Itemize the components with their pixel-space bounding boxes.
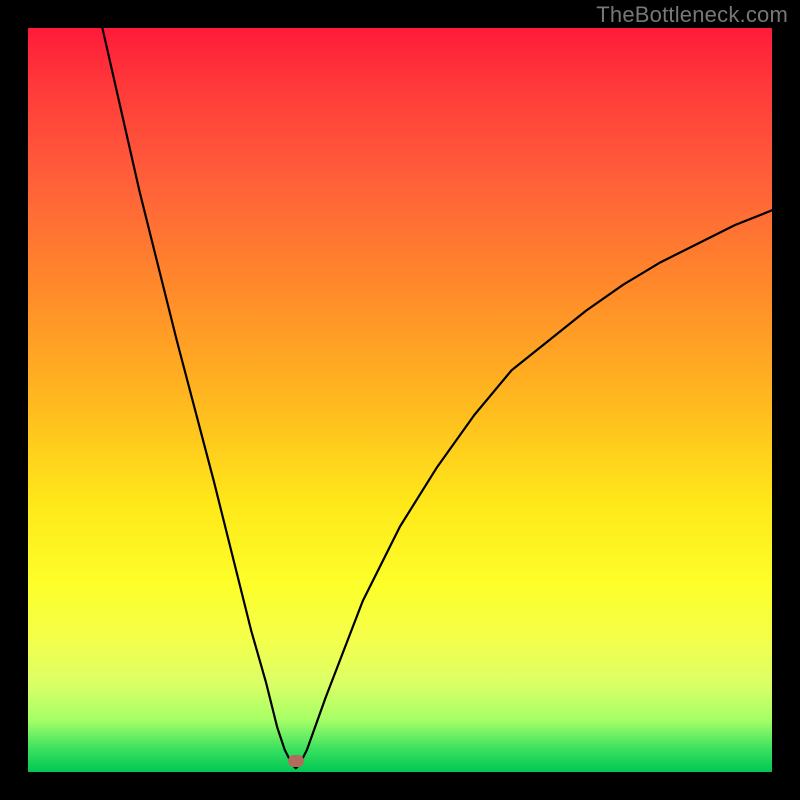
chart-frame: TheBottleneck.com xyxy=(0,0,800,800)
optimal-point-marker xyxy=(288,755,304,767)
curve-svg xyxy=(28,28,772,772)
watermark-text: TheBottleneck.com xyxy=(596,2,788,28)
plot-area xyxy=(28,28,772,772)
bottleneck-curve xyxy=(102,28,772,768)
